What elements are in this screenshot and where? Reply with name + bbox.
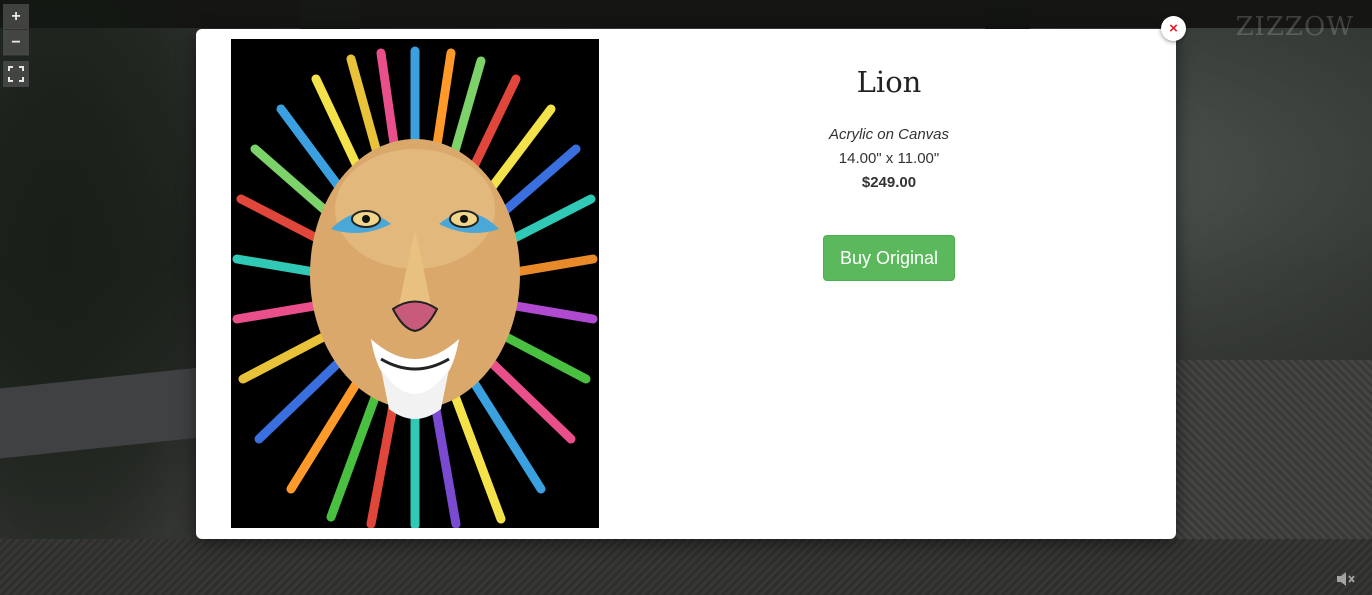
mute-icon[interactable] bbox=[1336, 571, 1358, 587]
lion-painting bbox=[231, 39, 599, 530]
zoom-out-button[interactable]: − bbox=[3, 30, 29, 56]
watermark-logo: ZIZZOW bbox=[1235, 12, 1354, 42]
buy-original-button[interactable]: Buy Original bbox=[823, 235, 955, 281]
artwork-image[interactable] bbox=[231, 39, 599, 530]
close-icon: × bbox=[1169, 20, 1178, 37]
artwork-size: 14.00" x 11.00" bbox=[838, 150, 940, 167]
artwork-modal: Lion Acrylic on Canvas 14.00" x 11.00" $… bbox=[196, 29, 1176, 539]
artwork-medium: Acrylic on Canvas bbox=[828, 126, 950, 143]
artwork-price: $249.00 bbox=[861, 174, 917, 191]
fullscreen-icon bbox=[8, 66, 24, 82]
zoom-controls: + − bbox=[3, 4, 29, 56]
fullscreen-button[interactable] bbox=[3, 61, 29, 87]
close-button[interactable]: × bbox=[1161, 16, 1186, 41]
zoom-in-button[interactable]: + bbox=[3, 4, 29, 30]
artwork-info: Lion Acrylic on Canvas 14.00" x 11.00" $… bbox=[689, 65, 1089, 281]
artwork-title: Lion bbox=[856, 65, 922, 99]
